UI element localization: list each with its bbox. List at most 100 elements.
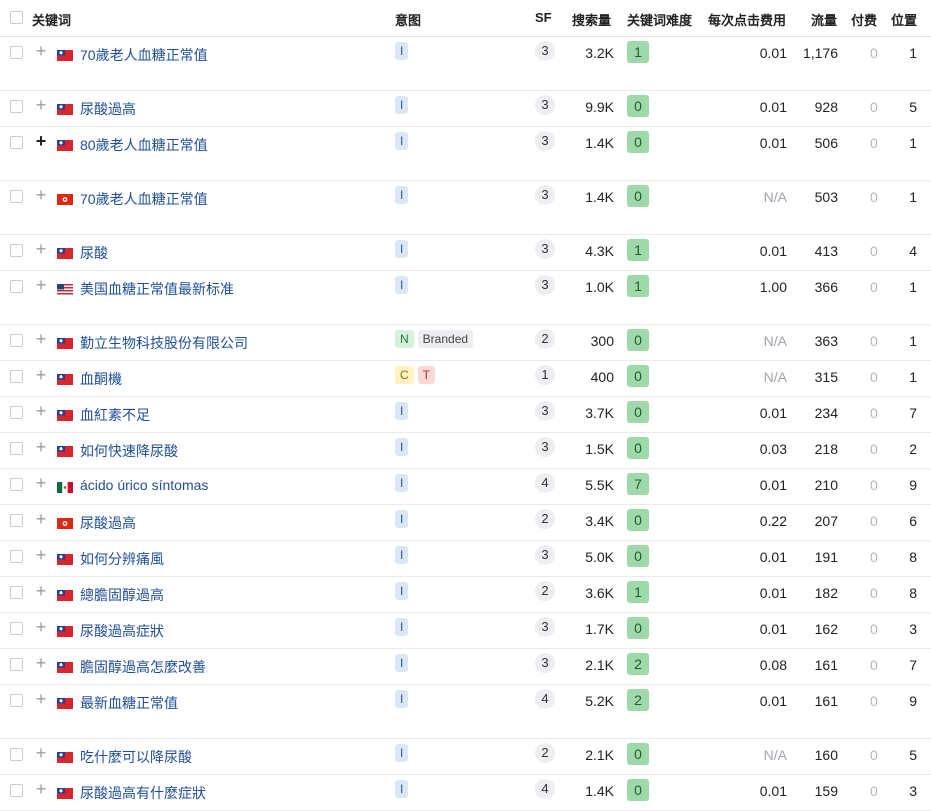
add-to-list-icon[interactable]: + [34,275,48,295]
search-volume: 5.0K [585,549,614,565]
row-checkbox[interactable] [10,748,23,761]
row-checkbox[interactable] [10,280,23,293]
add-to-list-icon[interactable]: + [34,581,48,601]
serp-features-count[interactable]: 3 [535,617,555,637]
row-checkbox[interactable] [10,694,23,707]
keyword-link[interactable]: 尿酸過高 [80,99,136,119]
add-to-list-icon[interactable]: + [34,95,48,115]
keyword-link[interactable]: 血紅素不足 [80,405,150,425]
row-checkbox[interactable] [10,370,23,383]
row-checkbox[interactable] [10,622,23,635]
add-to-list-icon[interactable]: + [34,689,48,709]
add-to-list-icon[interactable]: + [34,473,48,493]
keyword-link[interactable]: 尿酸過高症狀 [80,621,164,641]
add-to-list-icon[interactable]: + [34,509,48,529]
serp-features-count[interactable]: 3 [535,437,555,457]
col-volume-header[interactable]: 搜索量 [572,10,611,29]
add-to-list-icon[interactable]: + [34,131,48,151]
add-to-list-icon[interactable]: + [34,617,48,637]
keyword-difficulty-badge: 0 [627,185,649,207]
keyword-link[interactable]: 吃什麼可以降尿酸 [80,747,192,767]
row-checkbox[interactable] [10,784,23,797]
serp-features-count[interactable]: 4 [535,689,555,709]
row-checkbox[interactable] [10,658,23,671]
row-checkbox[interactable] [10,442,23,455]
row-checkbox[interactable] [10,550,23,563]
col-kd-header[interactable]: 关键词难度 [627,10,692,29]
row-checkbox[interactable] [10,514,23,527]
serp-features-count[interactable]: 3 [535,95,555,115]
serp-features-count[interactable]: 3 [535,131,555,151]
serp-features-count[interactable]: 4 [535,779,555,799]
serp-features-count[interactable]: 2 [535,329,555,349]
row-checkbox[interactable] [10,586,23,599]
keyword-link[interactable]: 最新血糖正常值 [80,693,178,713]
add-to-list-icon[interactable]: + [34,779,48,799]
add-to-list-icon[interactable]: + [34,653,48,673]
row-checkbox[interactable] [10,136,23,149]
keyword-link[interactable]: 80歲老人血糖正常值 [80,135,208,155]
serp-features-count[interactable]: 3 [535,653,555,673]
serp-features-count[interactable]: 3 [535,401,555,421]
select-all-checkbox[interactable] [10,11,23,24]
serp-features-count[interactable]: 2 [535,743,555,763]
serp-features-count[interactable]: 3 [535,185,555,205]
keyword-link[interactable]: 膽固醇過高怎麼改善 [80,657,206,677]
add-to-list-icon[interactable]: + [34,401,48,421]
keyword-difficulty-badge: 1 [627,239,649,261]
keyword-link[interactable]: 尿酸 [80,243,108,263]
add-to-list-icon[interactable]: + [34,329,48,349]
add-to-list-icon[interactable]: + [34,239,48,259]
row-checkbox[interactable] [10,244,23,257]
col-sf-header[interactable]: SF [535,10,552,25]
serp-features-count[interactable]: 2 [535,581,555,601]
add-to-list-icon[interactable]: + [34,437,48,457]
add-to-list-icon[interactable]: + [34,41,48,61]
col-position-header[interactable]: 位置 [891,10,917,29]
keyword-link[interactable]: 血酮機 [80,369,122,389]
keyword-link[interactable]: 70歲老人血糖正常值 [80,189,208,209]
keyword-link[interactable]: 美国血糖正常值最新标准 [80,279,234,299]
add-to-list-icon[interactable]: + [34,545,48,565]
col-intent-header[interactable]: 意图 [395,10,421,29]
keyword-link[interactable]: ácido úrico síntomas [80,477,208,493]
serp-features-count[interactable]: 3 [535,239,555,259]
table-row: + 總膽固醇過高 I 2 3.6K 1 0.01 182 0 8 [0,577,931,613]
serp-features-count[interactable]: 3 [535,275,555,295]
paid-value: 0 [870,45,878,61]
row-checkbox[interactable] [10,46,23,59]
row-checkbox[interactable] [10,406,23,419]
keyword-link[interactable]: 勤立生物科技股份有限公司 [80,333,248,353]
col-traffic-header[interactable]: 流量 [811,10,837,29]
row-checkbox[interactable] [10,334,23,347]
intent-badge-n: N [395,330,414,348]
serp-features-count[interactable]: 2 [535,509,555,529]
col-keyword-header[interactable]: 关键词 [32,10,71,29]
keyword-link[interactable]: 如何快速降尿酸 [80,441,178,461]
flag-tw-icon [57,408,73,421]
paid-value: 0 [870,747,878,763]
col-paid-header[interactable]: 付费 [851,10,877,29]
serp-features-count[interactable]: 3 [535,545,555,565]
table-row: + 尿酸 I 3 4.3K 1 0.01 413 0 4 [0,235,931,271]
keyword-link[interactable]: 尿酸過高 [80,513,136,533]
serp-features-count[interactable]: 4 [535,473,555,493]
keyword-link[interactable]: 尿酸過高有什麼症狀 [80,783,206,803]
row-checkbox[interactable] [10,478,23,491]
col-cpc-header[interactable]: 每次点击费用 [708,10,786,29]
add-to-list-icon[interactable]: + [34,185,48,205]
add-to-list-icon[interactable]: + [34,365,48,385]
add-to-list-icon[interactable]: + [34,743,48,763]
row-checkbox[interactable] [10,100,23,113]
table-row: + 血酮機 C T 1 400 0 N/A 315 0 1 [0,361,931,397]
search-volume: 1.4K [585,783,614,799]
keyword-link[interactable]: 70歲老人血糖正常值 [80,45,208,65]
traffic-value: 159 [814,783,838,799]
keyword-link[interactable]: 如何分辨痛風 [80,549,164,569]
paid-value: 0 [870,477,878,493]
row-checkbox[interactable] [10,190,23,203]
keyword-link[interactable]: 總膽固醇過高 [80,585,164,605]
keyword-difficulty-badge: 1 [627,581,649,603]
serp-features-count[interactable]: 1 [535,365,555,385]
serp-features-count[interactable]: 3 [535,41,555,61]
